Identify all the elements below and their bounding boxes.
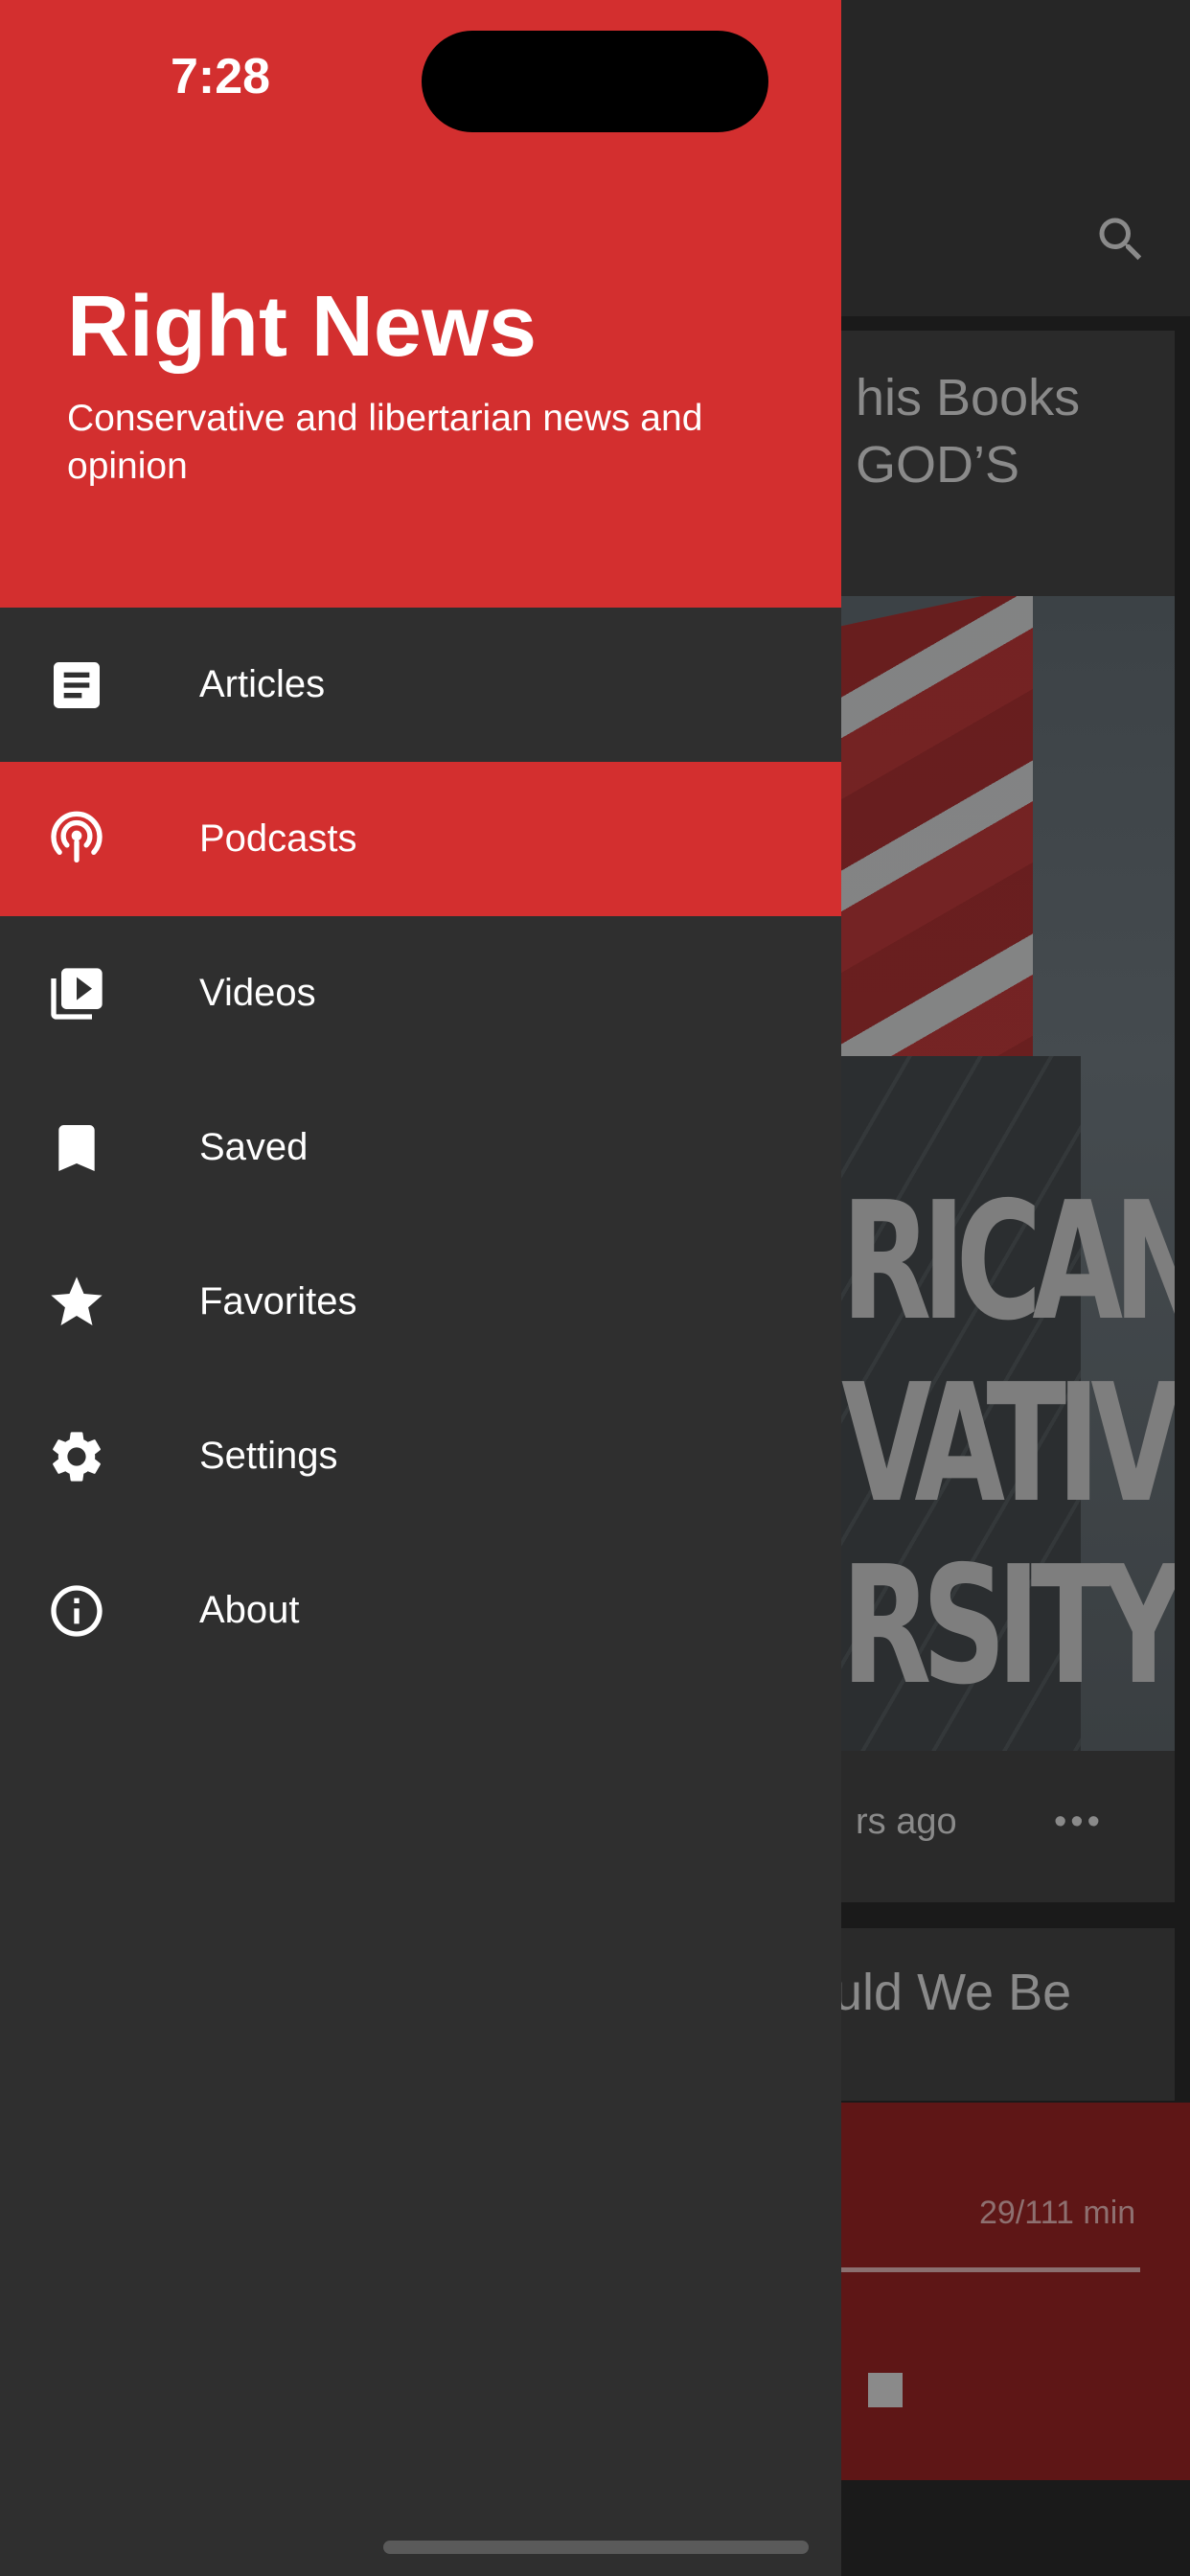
article-icon [46, 655, 107, 716]
drawer-item-saved[interactable]: Saved [0, 1070, 841, 1225]
video-library-icon [46, 963, 107, 1024]
player-time: 29/111 min [979, 2195, 1136, 2231]
drawer-header: 7:28 Right News Conservative and liberta… [0, 0, 841, 608]
drawer-item-label: Videos [199, 972, 316, 1014]
drawer-item-label: Saved [199, 1126, 309, 1168]
search-icon[interactable] [1092, 211, 1150, 268]
drawer-menu: Articles Podcasts Videos Saved Favorites… [0, 608, 841, 1688]
drawer-item-label: About [199, 1589, 300, 1631]
article-title: his Books GOD’S [856, 369, 1081, 494]
podcast-icon [46, 809, 107, 870]
drawer-item-about[interactable]: About [0, 1533, 841, 1688]
player-progress-bar[interactable] [841, 2267, 1140, 2272]
drawer-item-label: Podcasts [199, 817, 357, 860]
drawer-item-videos[interactable]: Videos [0, 916, 841, 1070]
article-timestamp: rs ago [856, 1802, 957, 1842]
flag-graphic [841, 596, 1033, 1125]
drawer-item-label: Favorites [199, 1280, 357, 1322]
drawer-item-label: Settings [199, 1435, 338, 1477]
article-title: uld We Be [834, 1964, 1072, 2021]
dynamic-island [422, 31, 768, 132]
image-text: RSITY [841, 1531, 1175, 1721]
more-options-icon[interactable]: ••• [1054, 1802, 1104, 1843]
gear-icon [46, 1426, 107, 1487]
drawer-item-settings[interactable]: Settings [0, 1379, 841, 1533]
image-text: RICAN [841, 1167, 1175, 1357]
status-time: 7:28 [171, 49, 271, 104]
image-text: VATIVE [841, 1349, 1175, 1539]
star-icon [46, 1272, 107, 1333]
stop-icon[interactable] [868, 2373, 903, 2407]
home-indicator [383, 2541, 809, 2554]
navigation-drawer: 7:28 Right News Conservative and liberta… [0, 0, 841, 2576]
bookmark-icon [46, 1117, 107, 1179]
drawer-item-articles[interactable]: Articles [0, 608, 841, 762]
app-title: Right News [67, 279, 538, 375]
app-subtitle: Conservative and libertarian news and op… [67, 398, 703, 487]
drawer-item-podcasts[interactable]: Podcasts [0, 762, 841, 916]
drawer-item-favorites[interactable]: Favorites [0, 1225, 841, 1379]
drawer-item-label: Articles [199, 663, 326, 705]
info-icon [46, 1580, 107, 1642]
